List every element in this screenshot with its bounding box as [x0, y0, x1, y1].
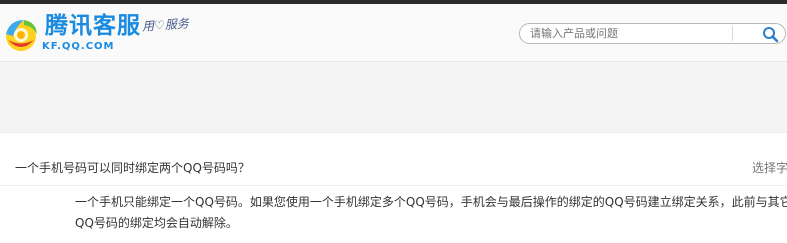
- search-box: [519, 23, 786, 44]
- search-divider: [732, 26, 733, 41]
- answer-line-1: 一个手机只能绑定一个QQ号码。如果您使用一个手机绑定多个QQ号码，手机会与最后操…: [75, 195, 787, 209]
- question-title: 一个手机号码可以同时绑定两个QQ号码吗？: [15, 161, 250, 175]
- answer-line-2: QQ号码的绑定均会自动解除。: [75, 216, 238, 230]
- search-icon[interactable]: [762, 26, 779, 43]
- search-input[interactable]: [530, 26, 726, 41]
- banner-area: [0, 62, 787, 133]
- slogan: 用♡服务: [141, 16, 190, 34]
- font-size-select[interactable]: 选择字: [752, 159, 787, 176]
- tencent-logo-icon[interactable]: [2, 14, 40, 56]
- brand-domain: KF.QQ.COM: [42, 41, 115, 52]
- question-header: 一个手机号码可以同时绑定两个QQ号码吗？ 选择字: [0, 145, 787, 186]
- site-header: 腾讯客服 KF.QQ.COM 用♡服务: [0, 4, 787, 62]
- answer-body: 一个手机只能绑定一个QQ号码。如果您使用一个手机绑定多个QQ号码，手机会与最后操…: [75, 192, 787, 234]
- brand-name[interactable]: 腾讯客服: [45, 12, 141, 40]
